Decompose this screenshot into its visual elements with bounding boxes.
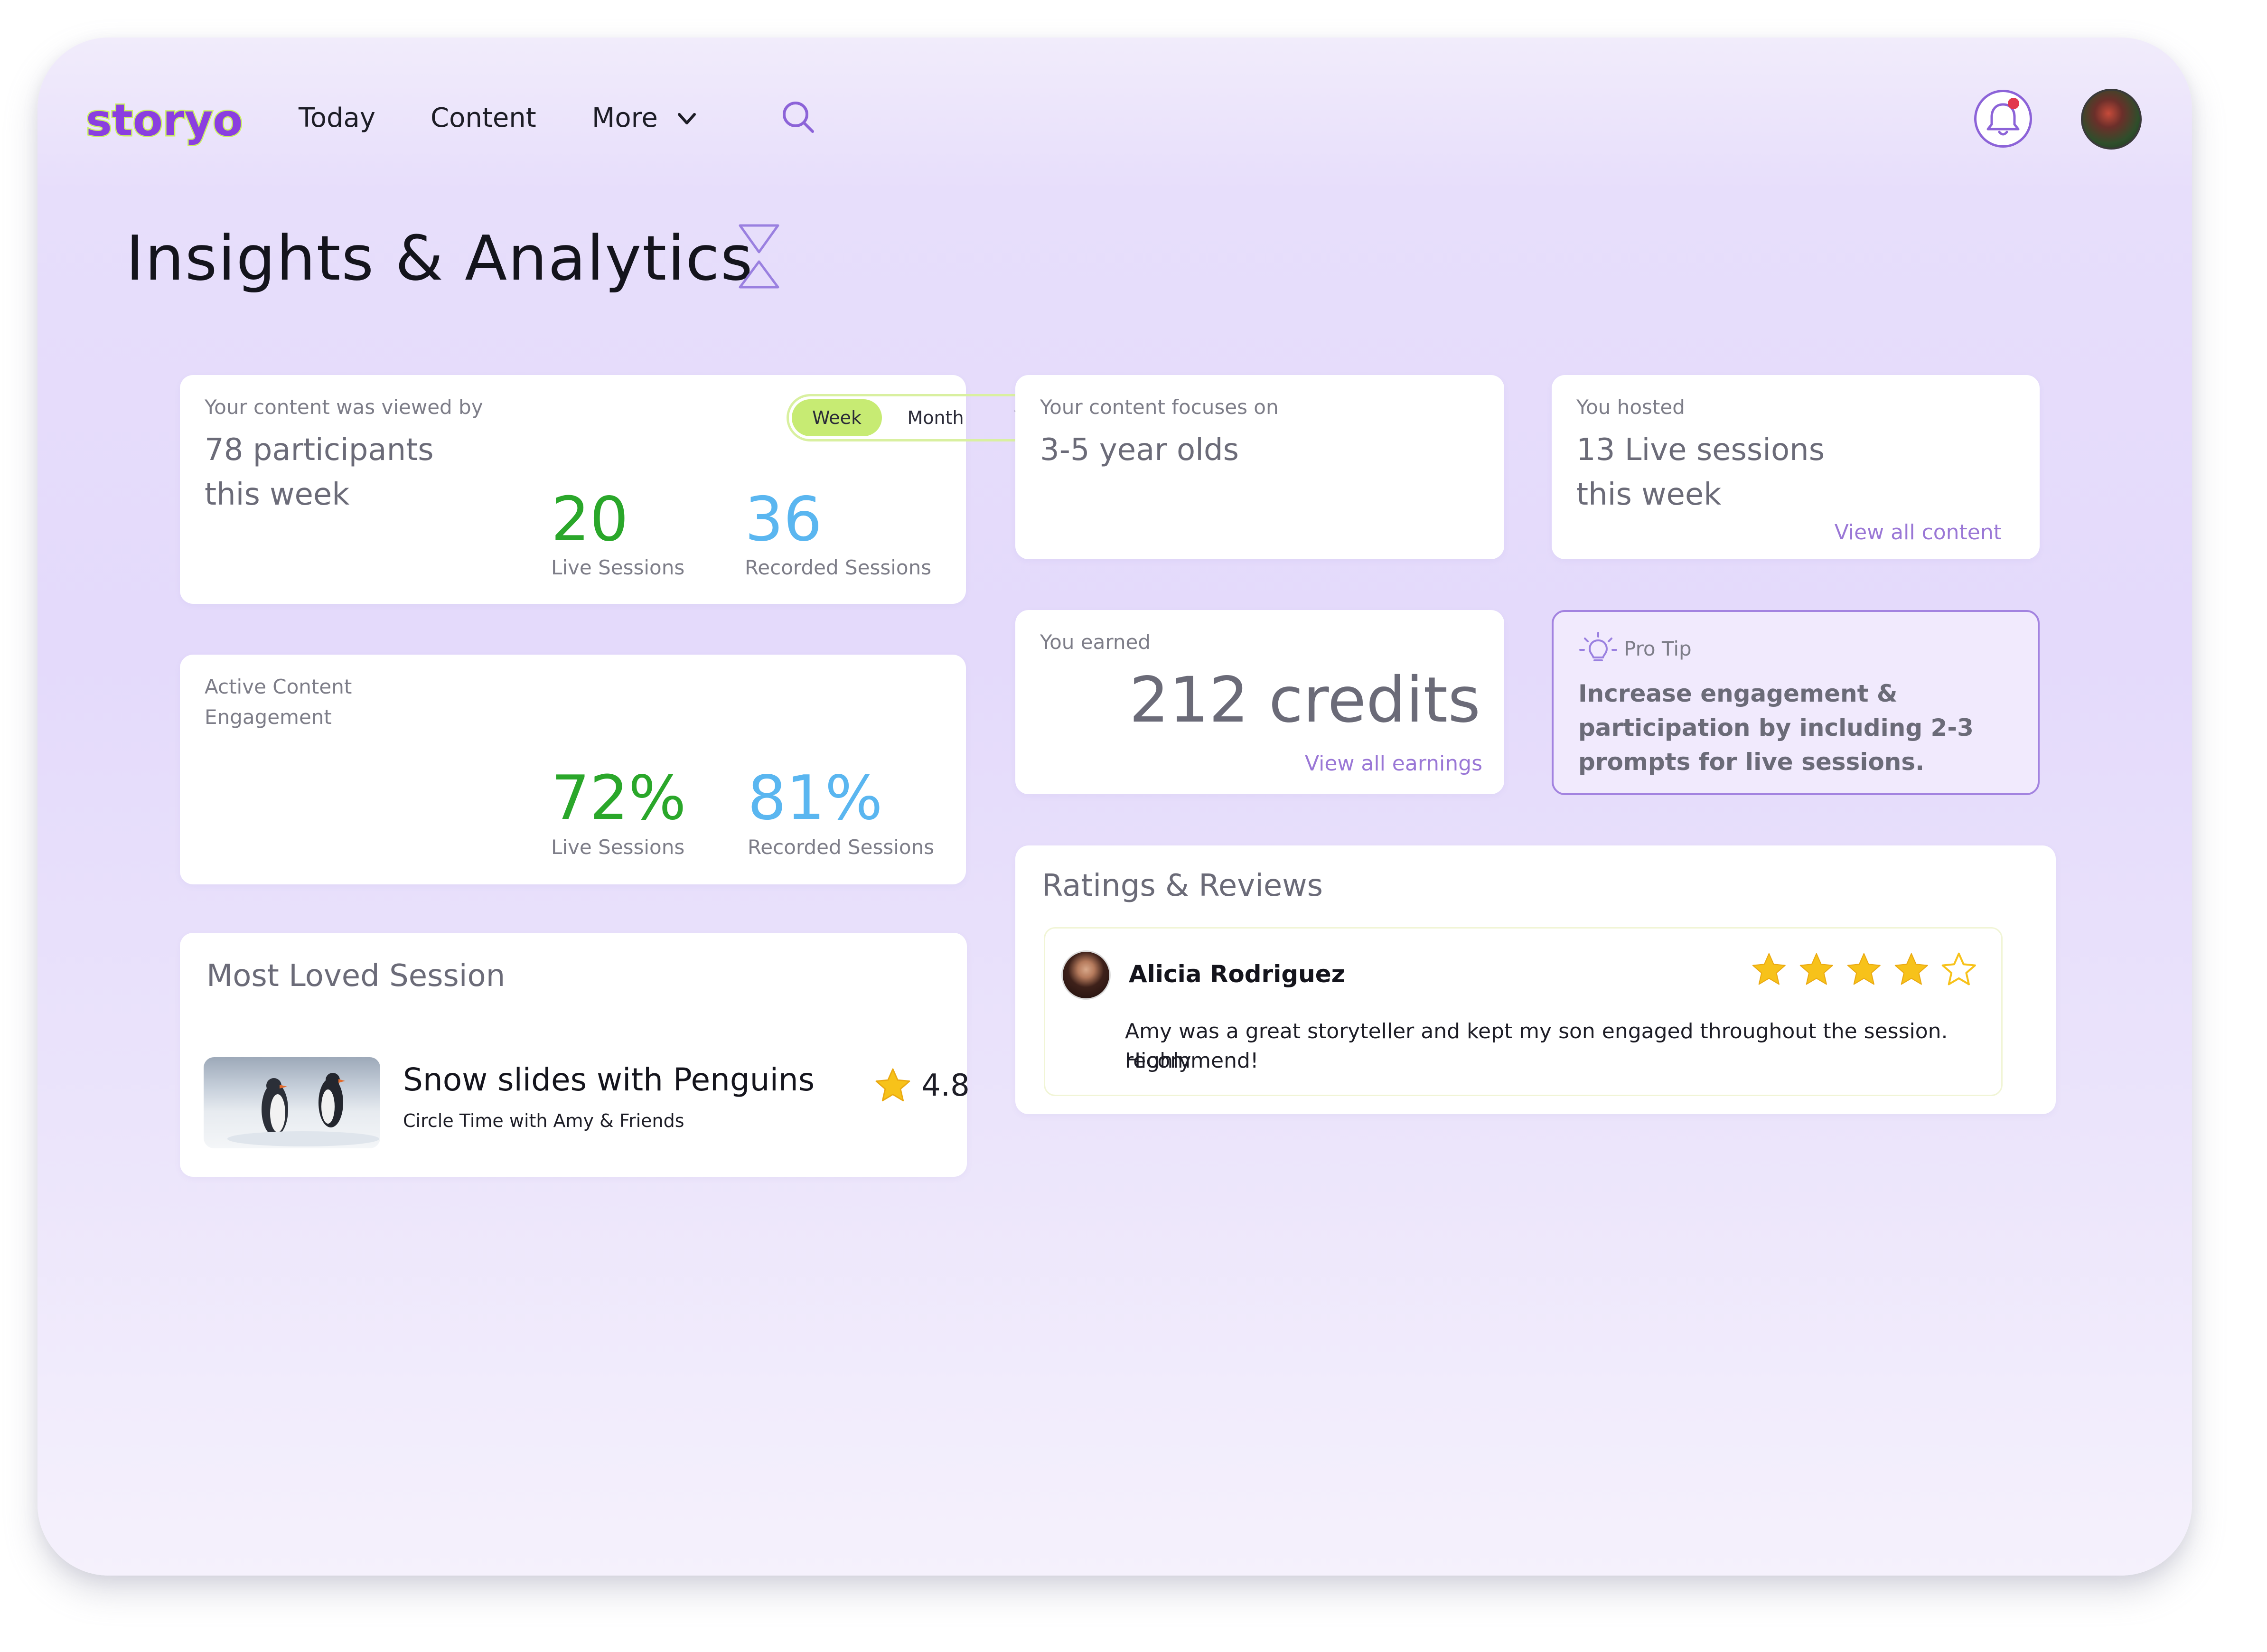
views-label: Your content was viewed by — [205, 395, 483, 419]
nav-more[interactable]: More — [592, 99, 658, 137]
penguins-image — [227, 1073, 379, 1146]
app-window: storyo Today Content More Insights & Ana… — [37, 38, 2192, 1576]
reviewer-name: Alicia Rodriguez — [1129, 960, 1345, 988]
review-item: Alicia Rodriguez Amy was a great storyte… — [1044, 927, 2003, 1096]
earned-credits: 212 credits — [1129, 664, 1480, 737]
star-outline-icon-5 — [1941, 952, 1976, 986]
toggle-week[interactable]: Week — [792, 399, 882, 436]
focus-label: Your content focuses on — [1040, 395, 1279, 419]
views-live-label: Live Sessions — [551, 556, 685, 579]
hosted-card: You hosted 13 Live sessions this week Vi… — [1552, 375, 2040, 559]
nav-today[interactable]: Today — [299, 99, 375, 137]
reviewer-avatar — [1061, 950, 1111, 1000]
bell-icon — [1986, 98, 2020, 136]
review-star-rating — [1752, 952, 1976, 986]
view-all-content-link[interactable]: View all content — [1835, 518, 2002, 547]
user-avatar[interactable] — [2081, 89, 2142, 150]
views-recorded-label: Recorded Sessions — [745, 556, 932, 579]
most-loved-card: Most Loved Session Snow slides with Peng… — [180, 933, 970, 1177]
hourglass-icon — [739, 224, 779, 289]
views-recorded-count: 36 — [745, 484, 822, 555]
toggle-month[interactable]: Month — [890, 399, 981, 436]
hosted-label: You hosted — [1576, 395, 1685, 419]
pro-tip-label: Pro Tip — [1624, 637, 1692, 660]
ratings-reviews-card: Ratings & Reviews Alicia Rodriguez Amy w… — [1015, 845, 2056, 1114]
hosted-period: this week — [1576, 477, 1722, 512]
earned-card: You earned 212 credits View all earnings — [1015, 610, 1504, 794]
ratings-reviews-title: Ratings & Reviews — [1042, 868, 1323, 903]
star-icon-1 — [1752, 953, 1786, 985]
hosted-sessions: 13 Live sessions — [1576, 432, 1825, 468]
lightbulb-icon — [1579, 632, 1617, 661]
page-title: Insights & Analytics — [126, 222, 754, 294]
star-icon-4 — [1894, 953, 1928, 985]
engagement-label-1: Active Content — [205, 675, 352, 698]
search-icon[interactable] — [779, 98, 817, 136]
pro-tip-line-2: participation by including 2-3 — [1578, 714, 1974, 742]
pro-tip-line-3: prompts for live sessions. — [1578, 748, 1925, 776]
engagement-label-2: Engagement — [205, 705, 332, 729]
views-live-count: 20 — [551, 484, 628, 555]
session-title[interactable]: Snow slides with Penguins — [403, 1058, 815, 1102]
engagement-recorded-value: 81% — [748, 763, 883, 834]
view-all-earnings-link[interactable]: View all earnings — [1305, 750, 1482, 778]
views-period: this week — [205, 477, 350, 512]
logo-text: storyo — [86, 95, 243, 146]
session-rating: 4.8 — [921, 1068, 970, 1103]
engagement-live-label: Live Sessions — [551, 835, 685, 859]
most-loved-title: Most Loved Session — [206, 958, 506, 994]
views-card: Your content was viewed by 78 participan… — [180, 375, 1081, 604]
engagement-live-value: 72% — [551, 763, 686, 834]
notification-dot — [2008, 98, 2019, 109]
earned-label: You earned — [1040, 630, 1151, 654]
review-text-line-2: recommend! — [1125, 1049, 1259, 1073]
engagement-recorded-label: Recorded Sessions — [748, 835, 935, 859]
focus-value: 3-5 year olds — [1040, 432, 1239, 468]
star-icon — [875, 1068, 910, 1101]
notifications-button[interactable] — [1974, 90, 2032, 148]
nav-content[interactable]: Content — [431, 99, 536, 137]
pro-tip-line-1: Increase engagement & — [1578, 680, 1898, 707]
session-subtitle: Circle Time with Amy & Friends — [403, 1110, 684, 1131]
chevron-down-icon[interactable] — [676, 110, 697, 129]
pro-tip-card: Pro Tip Increase engagement & participat… — [1552, 610, 2040, 795]
views-participants: 78 participants — [205, 432, 434, 468]
session-thumbnail[interactable] — [204, 1057, 380, 1148]
storyo-logo[interactable]: storyo — [83, 94, 252, 148]
star-icon-2 — [1799, 953, 1833, 985]
engagement-card: Active Content Engagement 72% Live Sessi… — [180, 655, 966, 884]
star-icon-3 — [1847, 953, 1881, 985]
focus-card: Your content focuses on 3-5 year olds — [1015, 375, 1504, 559]
